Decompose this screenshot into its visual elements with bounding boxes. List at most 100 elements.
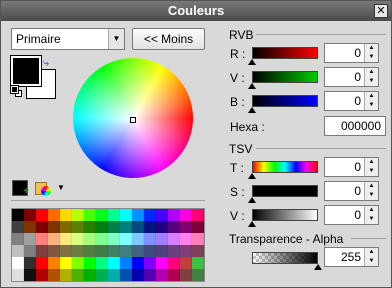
palette-swatch[interactable] [12, 269, 24, 281]
palette-swatch[interactable] [108, 221, 120, 233]
add-color-icon[interactable]: + [12, 180, 29, 197]
palette-swatch[interactable] [36, 269, 48, 281]
palette-swatch[interactable] [24, 245, 36, 257]
green-spin-arrows[interactable]: ▲ ▼ [364, 68, 378, 86]
alpha-spin-arrows[interactable]: ▲ ▼ [364, 248, 378, 266]
palette-swatch[interactable] [36, 257, 48, 269]
palette-swatch[interactable] [24, 257, 36, 269]
palette-swatch[interactable] [36, 233, 48, 245]
palette-swatch[interactable] [24, 221, 36, 233]
palette-swatch[interactable] [96, 221, 108, 233]
green-slider[interactable] [252, 71, 318, 83]
swap-colors-icon[interactable]: ⤷ [43, 57, 49, 70]
value-slider-thumb[interactable] [248, 221, 256, 227]
palette-swatch[interactable] [120, 269, 132, 281]
palette-swatch[interactable] [96, 257, 108, 269]
palette-swatch[interactable] [60, 257, 72, 269]
green-spinbox[interactable]: 0 ▲ ▼ [324, 67, 379, 87]
palette-swatch[interactable] [84, 221, 96, 233]
palette-swatch[interactable] [72, 233, 84, 245]
palette-swatch[interactable] [156, 221, 168, 233]
palette-swatch[interactable] [96, 233, 108, 245]
palette-swatch[interactable] [144, 233, 156, 245]
palette-swatch[interactable] [24, 269, 36, 281]
palette-swatch[interactable] [84, 257, 96, 269]
palette-swatch[interactable] [192, 221, 204, 233]
palette-swatch[interactable] [48, 209, 60, 221]
palette-swatch[interactable] [180, 209, 192, 221]
palette-swatch[interactable] [180, 233, 192, 245]
palette-swatch[interactable] [144, 245, 156, 257]
hue-slider-thumb[interactable] [248, 173, 256, 179]
alpha-spinbox[interactable]: 255 ▲ ▼ [324, 247, 379, 267]
palette-swatch[interactable] [192, 269, 204, 281]
palette-swatch[interactable] [12, 209, 24, 221]
palette-swatch[interactable] [132, 233, 144, 245]
hex-input[interactable]: 000000 [324, 116, 386, 136]
palette-swatch[interactable] [24, 233, 36, 245]
blue-slider[interactable] [252, 95, 318, 107]
palette-swatch[interactable] [12, 245, 24, 257]
palette-swatch[interactable] [132, 209, 144, 221]
saturation-spin-arrows[interactable]: ▲ ▼ [364, 182, 378, 200]
blue-spin-arrows[interactable]: ▲ ▼ [364, 92, 378, 110]
palette-swatch[interactable] [96, 209, 108, 221]
red-spin-arrows[interactable]: ▲ ▼ [364, 44, 378, 62]
palette-swatch[interactable] [180, 245, 192, 257]
palette-swatch[interactable] [132, 245, 144, 257]
palette-swatch[interactable] [108, 257, 120, 269]
palette-swatch[interactable] [84, 209, 96, 221]
palette-swatch[interactable] [60, 209, 72, 221]
palette-open-icon[interactable] [35, 180, 53, 196]
palette-swatch[interactable] [12, 221, 24, 233]
palette-swatch[interactable] [192, 233, 204, 245]
palette-swatch[interactable] [192, 209, 204, 221]
close-button[interactable]: ✕ [374, 4, 388, 18]
palette-swatch[interactable] [108, 269, 120, 281]
hue-spinbox[interactable]: 0 ▲ ▼ [324, 157, 379, 177]
hue-spin-arrows[interactable]: ▲ ▼ [364, 158, 378, 176]
palette-swatch[interactable] [84, 233, 96, 245]
palette-swatch[interactable] [156, 209, 168, 221]
red-slider[interactable] [252, 47, 318, 59]
hue-slider[interactable] [252, 161, 318, 173]
red-spinbox[interactable]: 0 ▲ ▼ [324, 43, 379, 63]
palette-swatch[interactable] [120, 245, 132, 257]
palette-swatch[interactable] [24, 209, 36, 221]
color-palette[interactable] [11, 208, 205, 282]
palette-swatch[interactable] [36, 245, 48, 257]
value-spin-arrows[interactable]: ▲ ▼ [364, 206, 378, 224]
palette-swatch[interactable] [60, 269, 72, 281]
palette-swatch[interactable] [108, 245, 120, 257]
palette-swatch[interactable] [60, 245, 72, 257]
palette-swatch[interactable] [144, 209, 156, 221]
green-slider-thumb[interactable] [248, 83, 256, 89]
primary-color-swatch[interactable] [10, 55, 42, 87]
palette-swatch[interactable] [108, 233, 120, 245]
saturation-slider-thumb[interactable] [248, 197, 256, 203]
palette-swatch[interactable] [36, 209, 48, 221]
palette-swatch[interactable] [168, 233, 180, 245]
palette-swatch[interactable] [120, 209, 132, 221]
palette-swatch[interactable] [144, 269, 156, 281]
palette-swatch[interactable] [84, 269, 96, 281]
palette-swatch[interactable] [120, 221, 132, 233]
palette-swatch[interactable] [48, 269, 60, 281]
alpha-slider[interactable] [252, 252, 318, 264]
palette-swatch[interactable] [36, 221, 48, 233]
palette-swatch[interactable] [156, 269, 168, 281]
palette-swatch[interactable] [72, 245, 84, 257]
palette-swatch[interactable] [108, 209, 120, 221]
palette-swatch[interactable] [156, 257, 168, 269]
palette-swatch[interactable] [96, 245, 108, 257]
blue-slider-thumb[interactable] [248, 107, 256, 113]
palette-swatch[interactable] [192, 257, 204, 269]
palette-swatch[interactable] [144, 221, 156, 233]
palette-swatch[interactable] [180, 269, 192, 281]
blue-spinbox[interactable]: 0 ▲ ▼ [324, 91, 379, 111]
palette-swatch[interactable] [72, 269, 84, 281]
saturation-slider[interactable] [252, 185, 318, 197]
reset-colors-icon[interactable] [10, 85, 23, 98]
palette-swatch[interactable] [168, 269, 180, 281]
alpha-slider-thumb[interactable] [314, 264, 322, 270]
